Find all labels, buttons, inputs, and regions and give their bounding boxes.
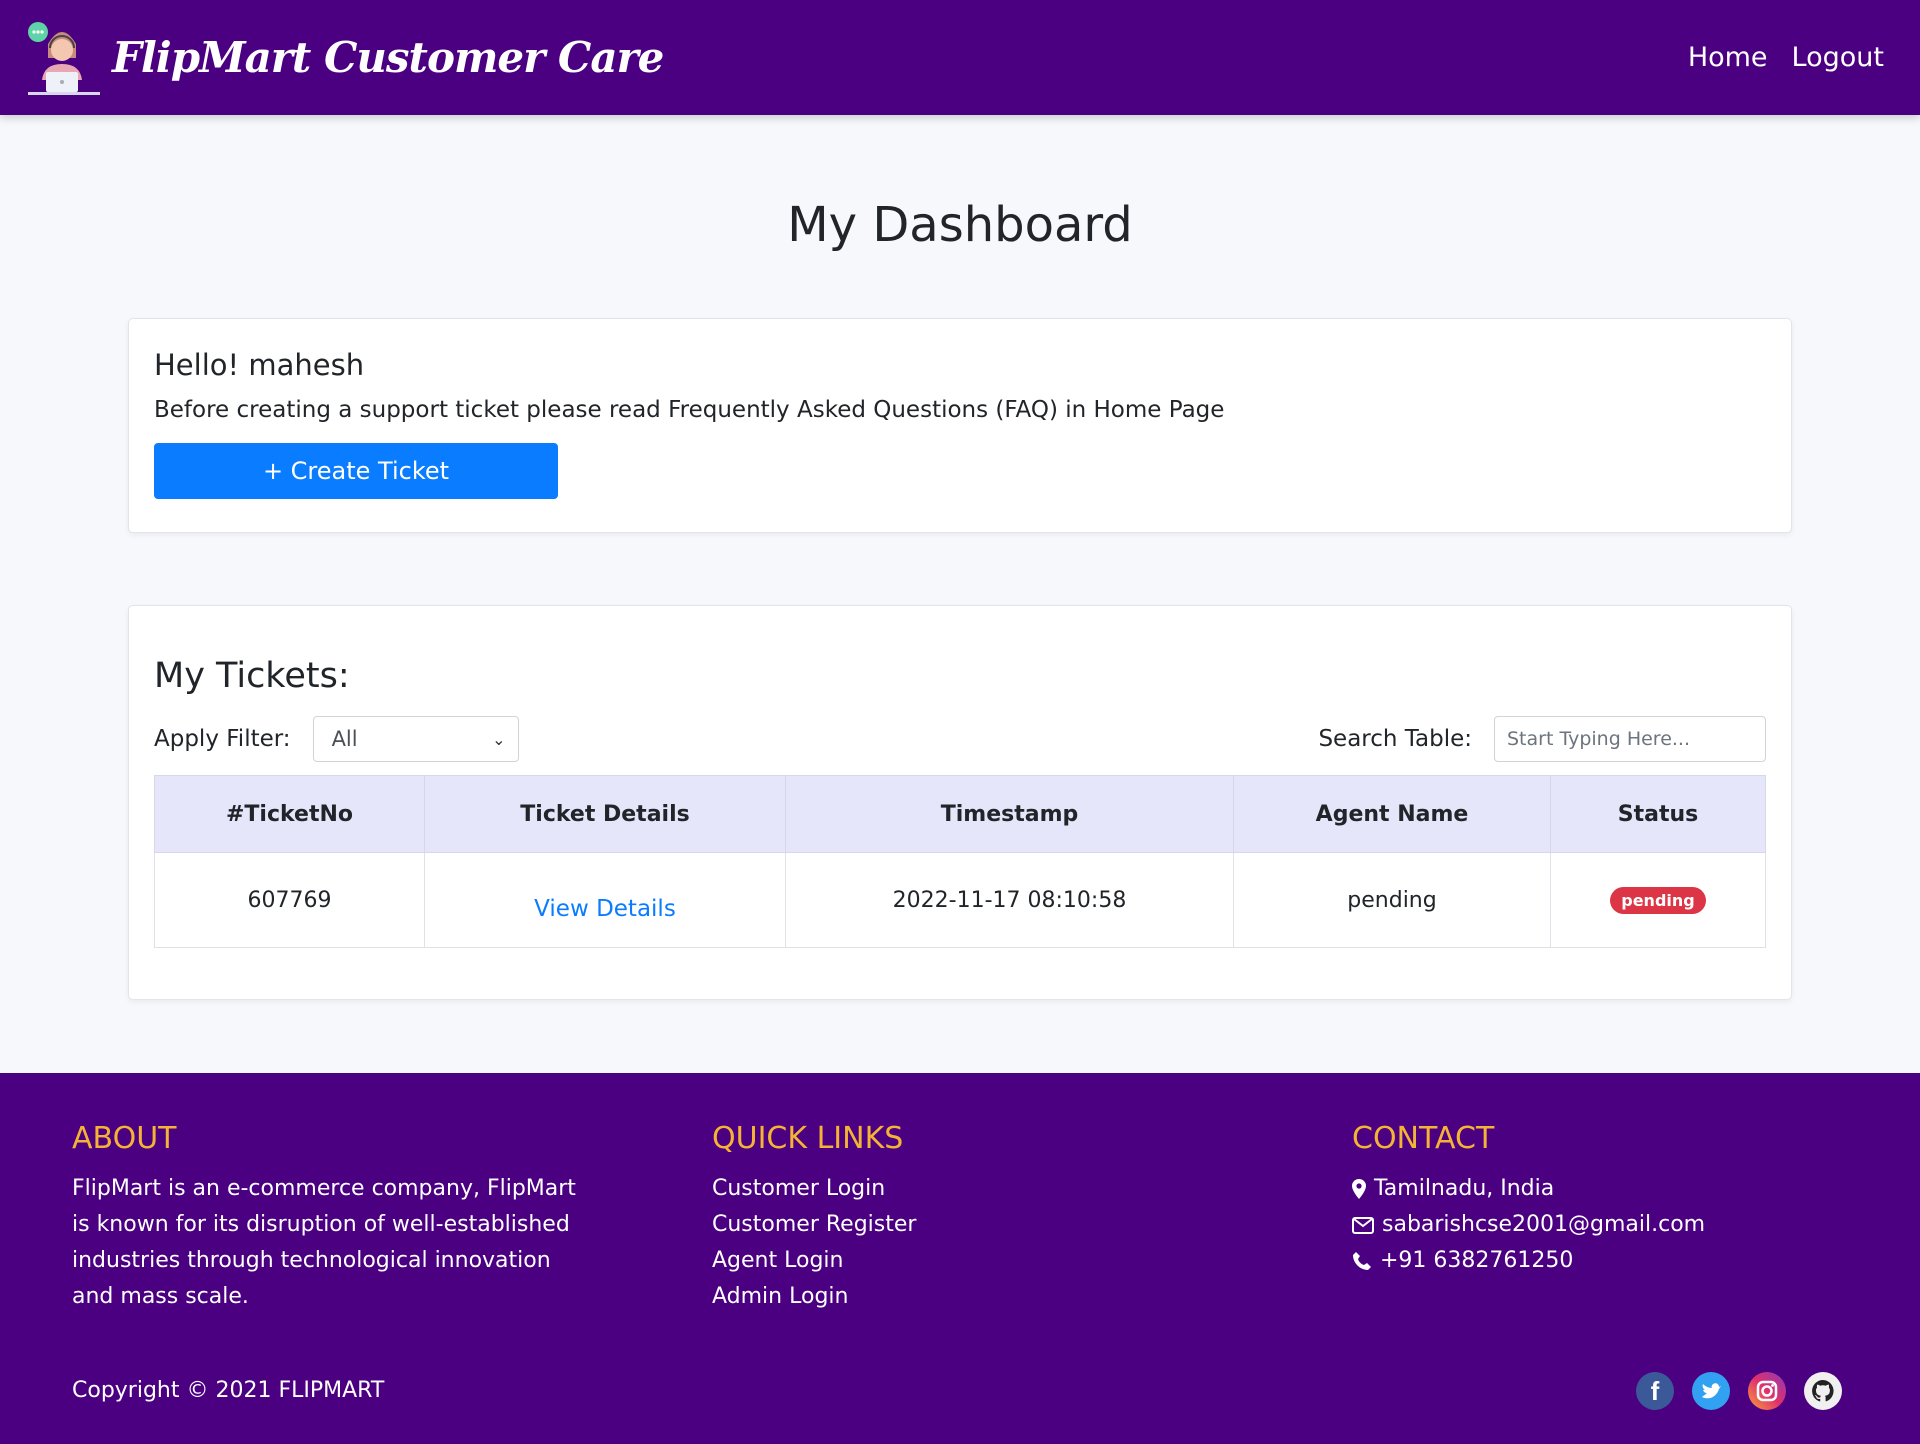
about-heading: ABOUT: [72, 1121, 177, 1156]
instagram-icon[interactable]: [1748, 1372, 1786, 1410]
social-links: f: [1636, 1372, 1842, 1410]
status-badge: pending: [1610, 886, 1706, 914]
chevron-down-icon: ⌄: [492, 729, 506, 749]
phone-icon: [1353, 1252, 1371, 1270]
quick-links-heading: QUICK LINKS: [712, 1121, 904, 1156]
filter-selected-value: All: [331, 727, 358, 751]
contact-location: Tamilnadu, India: [1352, 1171, 1832, 1207]
column-header-agent-name[interactable]: Agent Name: [1233, 775, 1551, 853]
quick-link-customer-login[interactable]: Customer Login: [712, 1171, 1112, 1207]
twitter-icon[interactable]: [1692, 1372, 1730, 1410]
filter-group: Apply Filter: All ⌄: [154, 716, 519, 762]
contact-email-text[interactable]: sabarishcse2001@gmail.com: [1382, 1207, 1705, 1243]
search-label: Search Table:: [1318, 726, 1472, 752]
support-agent-logo-icon: [28, 21, 100, 95]
contact-phone-text: +91 6382761250: [1380, 1248, 1574, 1273]
cell-timestamp: 2022-11-17 08:10:58: [785, 852, 1234, 948]
github-icon[interactable]: [1804, 1372, 1842, 1410]
page-title: My Dashboard: [787, 197, 1133, 253]
quick-link-customer-register[interactable]: Customer Register: [712, 1207, 1112, 1243]
welcome-card: Hello! mahesh Before creating a support …: [128, 318, 1792, 533]
tickets-card: My Tickets: Apply Filter: All ⌄ Search T…: [128, 605, 1792, 1000]
cell-ticket-details: View Details: [424, 852, 786, 948]
copyright: Copyright © 2021 FLIPMART: [72, 1378, 385, 1403]
brand[interactable]: FlipMart Customer Care: [24, 18, 664, 98]
welcome-text: Before creating a support ticket please …: [154, 397, 1225, 423]
contact-email: sabarishcse2001@gmail.com: [1352, 1207, 1832, 1243]
footer: ABOUT FlipMart is an e-commerce company,…: [0, 1073, 1920, 1444]
facebook-icon[interactable]: f: [1636, 1372, 1674, 1410]
nav-home-link[interactable]: Home: [1688, 42, 1768, 73]
contact-heading: CONTACT: [1352, 1121, 1495, 1156]
contact-location-text: Tamilnadu, India: [1374, 1176, 1555, 1201]
cell-agent-name: pending: [1233, 852, 1551, 948]
column-header-ticket-no[interactable]: #TicketNo: [154, 775, 425, 853]
welcome-heading: Hello! mahesh: [154, 348, 365, 382]
footer-quick-links: QUICK LINKS Customer Login Customer Regi…: [712, 1117, 1112, 1315]
nav-links: Home Logout: [1688, 42, 1884, 73]
table-row: 607769 View Details 2022-11-17 08:10:58 …: [154, 852, 1766, 948]
quick-link-agent-login[interactable]: Agent Login: [712, 1243, 1112, 1279]
table-controls: Apply Filter: All ⌄ Search Table:: [154, 715, 1766, 763]
quick-link-admin-login[interactable]: Admin Login: [712, 1279, 1112, 1315]
cell-ticket-no: 607769: [154, 852, 425, 948]
svg-text:f: f: [1651, 1376, 1660, 1406]
footer-about: ABOUT FlipMart is an e-commerce company,…: [72, 1117, 592, 1315]
view-details-link[interactable]: View Details: [534, 896, 676, 922]
column-header-timestamp[interactable]: Timestamp: [785, 775, 1234, 853]
table-header-row: #TicketNo Ticket Details Timestamp Agent…: [154, 775, 1766, 853]
search-input[interactable]: [1494, 716, 1766, 762]
search-group: Search Table:: [1318, 716, 1766, 762]
nav-logout-link[interactable]: Logout: [1792, 42, 1884, 73]
tickets-table: #TicketNo Ticket Details Timestamp Agent…: [154, 775, 1766, 948]
navbar: FlipMart Customer Care Home Logout: [0, 0, 1920, 115]
tickets-heading: My Tickets:: [154, 656, 350, 696]
cell-status: pending: [1550, 852, 1766, 948]
brand-title: FlipMart Customer Care: [112, 33, 664, 82]
create-ticket-button[interactable]: + Create Ticket: [154, 443, 558, 499]
footer-contact: CONTACT Tamilnadu, India sabarishcse2001…: [1352, 1117, 1832, 1279]
about-text: FlipMart is an e-commerce company, FlipM…: [72, 1176, 576, 1309]
filter-select[interactable]: All ⌄: [312, 716, 519, 762]
contact-phone: +91 6382761250: [1352, 1243, 1832, 1279]
map-marker-icon: [1352, 1179, 1366, 1199]
column-header-status[interactable]: Status: [1550, 775, 1766, 853]
filter-label: Apply Filter:: [154, 726, 291, 752]
envelope-icon: [1352, 1216, 1374, 1234]
column-header-ticket-details[interactable]: Ticket Details: [424, 775, 786, 853]
